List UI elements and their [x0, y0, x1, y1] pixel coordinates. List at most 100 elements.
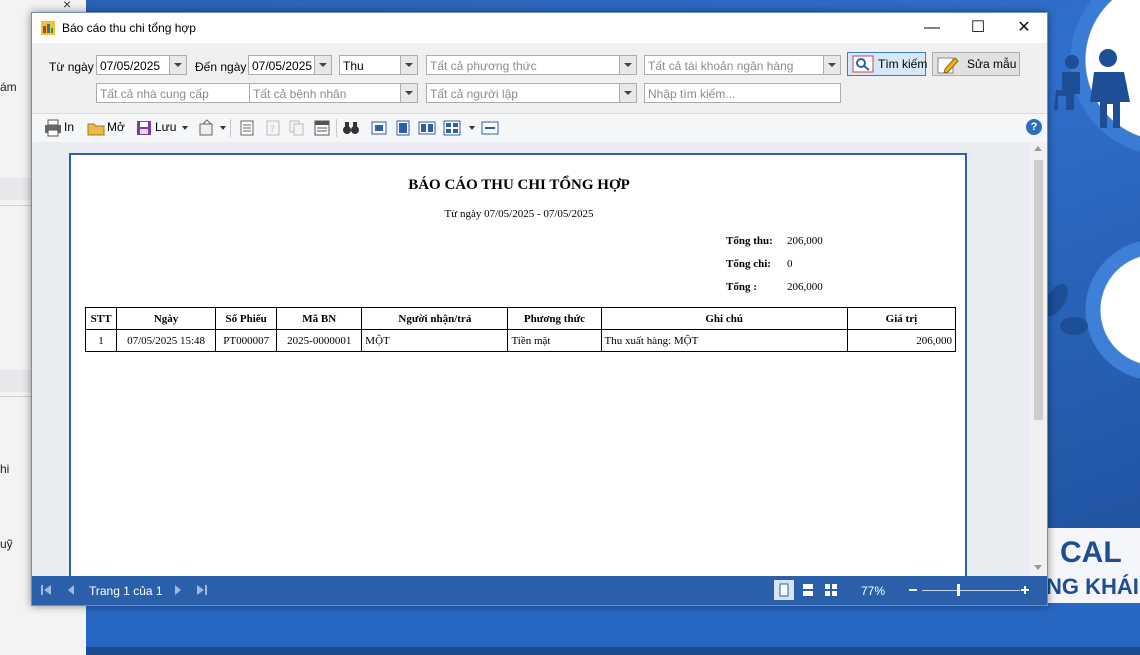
column-header: Số Phiếu [215, 307, 278, 330]
copy-icon [289, 120, 304, 136]
title-bar: Báo cáo thu chi tổng hợp — ☐ ✕ [32, 13, 1047, 43]
chevron-down-icon[interactable] [619, 56, 636, 74]
last-page-icon[interactable] [196, 584, 208, 596]
report-viewer: BÁO CÁO THU CHI TỔNG HỢP Từ ngày 07/05/2… [32, 142, 1047, 576]
single-page-button[interactable] [370, 119, 388, 137]
zoom-button[interactable] [481, 119, 499, 137]
table-header-row: STT Ngày Số Phiếu Mã BN Người nhận/trả P… [84, 307, 957, 330]
table-cell: 2025-0000001 [276, 329, 363, 352]
type-select[interactable]: Thu [339, 55, 418, 75]
zoom-level: 77% [861, 584, 886, 598]
chevron-down-icon[interactable] [619, 84, 636, 102]
vertical-scrollbar[interactable] [1030, 142, 1047, 576]
status-bar: Trang 1 của 1 77% [32, 576, 1047, 605]
chevron-down-icon[interactable] [400, 56, 417, 74]
bank-account-select[interactable]: Tất cả tài khoản ngân hàng [644, 55, 841, 75]
payment-method-select[interactable]: Tất cả phương thức [426, 55, 637, 75]
zoom-out-icon[interactable] [908, 585, 918, 595]
chevron-down-icon[interactable] [823, 56, 840, 74]
table-cell: PT000007 [215, 329, 278, 352]
save-button[interactable]: Lưu [135, 119, 181, 137]
page-width-button[interactable] [394, 119, 412, 137]
scroll-up-icon[interactable] [1034, 146, 1042, 151]
scroll-down-icon[interactable] [1034, 565, 1042, 570]
table-cell: Tiền mặt [507, 329, 602, 352]
close-button[interactable]: ✕ [1001, 13, 1047, 43]
zoom-in-icon[interactable] [1020, 585, 1030, 595]
sidebar-fragment: ám [0, 80, 17, 94]
total-income-value: 206,000 [787, 235, 823, 247]
chevron-down-icon[interactable] [169, 56, 186, 74]
chevron-down-icon[interactable] [220, 126, 226, 130]
first-page-icon[interactable] [40, 584, 52, 596]
single-page-icon [371, 121, 387, 135]
copy-button[interactable] [288, 119, 306, 137]
single-page-icon [779, 583, 789, 597]
chevron-down-icon[interactable] [400, 84, 417, 102]
total-label: Tổng : [726, 281, 757, 293]
document-map-icon [240, 120, 254, 136]
export-button[interactable] [198, 119, 216, 137]
table-cell: 07/05/2025 15:48 [116, 329, 217, 352]
background-banner: CAL NG KHÁI [1046, 528, 1140, 603]
sidebar-fragment: uỹ [0, 537, 13, 551]
divider [230, 119, 231, 137]
multi-page-view-button[interactable] [821, 580, 841, 600]
to-date-picker[interactable]: 07/05/2025 [248, 55, 332, 75]
page-setup-icon [314, 120, 330, 136]
app-icon [41, 21, 55, 35]
creator-select[interactable]: Tất cả người lập [426, 83, 637, 103]
page-setup-button[interactable] [313, 119, 331, 137]
column-header: Phương thức [507, 307, 602, 330]
column-header: STT [84, 307, 118, 330]
close-icon[interactable]: × [63, 0, 71, 12]
from-date-label: Từ ngày [49, 60, 94, 74]
report-page: BÁO CÁO THU CHI TỔNG HỢP Từ ngày 07/05/2… [69, 153, 967, 576]
table-cell: Thu xuất hàng: MỘT [600, 329, 848, 352]
parameters-button[interactable]: ? [264, 119, 282, 137]
multiple-pages-icon [443, 120, 461, 136]
maximize-button[interactable]: ☐ [955, 13, 1001, 43]
next-page-icon[interactable] [172, 584, 184, 596]
print-button[interactable]: In [44, 119, 78, 137]
chevron-down-icon[interactable] [469, 126, 475, 130]
from-date-picker[interactable]: 07/05/2025 [96, 55, 187, 75]
supplier-select[interactable]: Tất cả nhà cung cấp [96, 83, 267, 103]
total-expense-value: 0 [787, 258, 793, 270]
zoom-slider[interactable] [922, 590, 1020, 591]
pills-icon [1044, 283, 1088, 335]
zoom-slider-knob[interactable] [957, 584, 960, 596]
page-indicator: Trang 1 của 1 [89, 584, 163, 598]
total-income-label: Tổng thu: [726, 235, 773, 247]
document-map-button[interactable] [238, 119, 256, 137]
multiple-pages-button[interactable] [443, 119, 461, 137]
scrollbar-thumb[interactable] [1034, 160, 1043, 420]
banner-text: NG KHÁI [1046, 574, 1139, 599]
find-button[interactable] [342, 119, 360, 137]
window-title: Báo cáo thu chi tổng hợp [62, 21, 196, 35]
search-button[interactable]: Tìm kiếm [847, 52, 927, 76]
two-pages-button[interactable] [418, 119, 436, 137]
floppy-disk-icon [137, 121, 151, 135]
table-cell: MỘT [361, 329, 509, 352]
report-subtitle: Từ ngày 07/05/2025 - 07/05/2025 [444, 208, 594, 220]
search-icon [852, 55, 874, 73]
open-button[interactable]: Mở [87, 119, 127, 137]
continuous-pages-icon [803, 584, 813, 596]
search-input[interactable]: Nhập tìm kiếm... [644, 83, 841, 103]
single-page-view-button[interactable] [774, 580, 794, 600]
report-title: BÁO CÁO THU CHI TỔNG HỢP [408, 177, 630, 193]
continuous-view-button[interactable] [798, 580, 818, 600]
chevron-down-icon[interactable] [182, 126, 188, 130]
patient-select[interactable]: Tất cả bệnh nhân [249, 83, 418, 103]
chevron-down-icon[interactable] [314, 56, 331, 74]
minimize-button[interactable]: — [909, 13, 955, 43]
two-pages-icon [418, 121, 436, 135]
column-header: Ngày [116, 307, 217, 330]
help-icon[interactable]: ? [1026, 119, 1042, 135]
table-cell: 206,000 [846, 329, 957, 352]
edit-template-button[interactable]: Sửa mẫu [932, 52, 1020, 76]
report-window: Báo cáo thu chi tổng hợp — ☐ ✕ Từ ngày 0… [31, 12, 1048, 606]
previous-page-icon[interactable] [65, 584, 77, 596]
column-header: Mã BN [276, 307, 363, 330]
